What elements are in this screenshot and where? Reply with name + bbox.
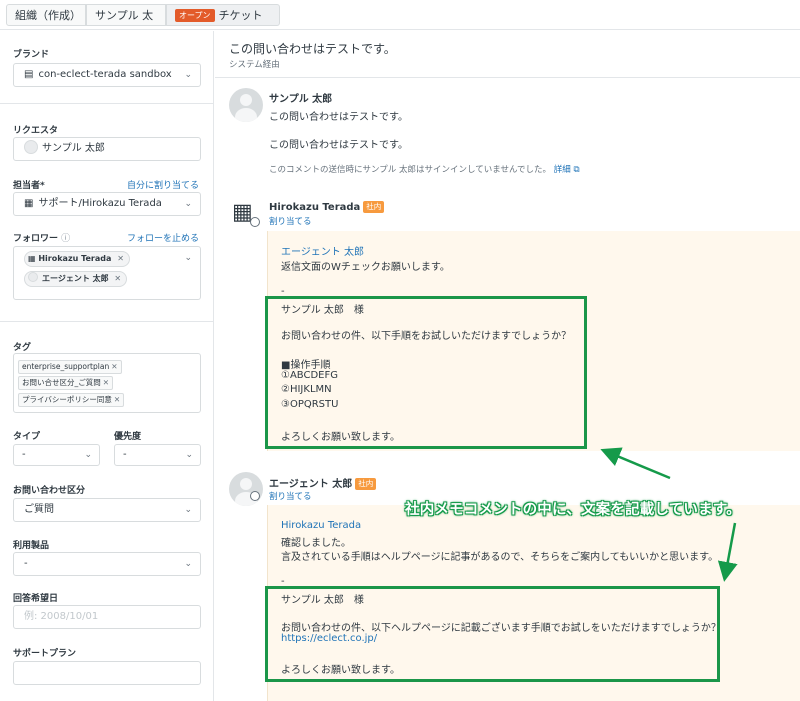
follower-name: Hirokazu Terada xyxy=(38,254,112,263)
tags-label: タグ xyxy=(13,343,32,353)
close-icon[interactable]: ✕ xyxy=(111,362,117,371)
support-plan-label: サポートプラン xyxy=(13,649,77,659)
type-label: タイプ xyxy=(13,432,41,442)
inquiry-category-label: お問い合わせ区分 xyxy=(13,486,86,496)
close-icon[interactable]: ✕ xyxy=(114,395,120,404)
conversation-pane: この問い合わせはテストです。 システム経由 サンプル 太郎 この問い合わせはテス… xyxy=(215,31,800,701)
avatar-icon xyxy=(24,140,38,154)
type-value: - xyxy=(22,449,26,460)
building-icon: ▦ xyxy=(28,254,36,263)
chevron-down-icon: ⌄ xyxy=(184,199,192,209)
brand-value: con-eclect-terada sandbox xyxy=(38,69,172,80)
unfollow-link[interactable]: フォローを止める xyxy=(127,231,199,244)
requester-label: リクエスタ xyxy=(13,126,59,136)
status-badge: オープン xyxy=(175,9,215,22)
arrow-to-second-note xyxy=(717,522,738,582)
tab-requester[interactable]: サンプル 太郎 xyxy=(86,4,166,44)
tag-chip[interactable]: プライバシーポリシー同意 ✕ xyxy=(18,393,125,407)
priority-label: 優先度 xyxy=(114,432,142,442)
assignee-label: 担当者* xyxy=(13,181,45,191)
annotation-arrows xyxy=(600,447,738,582)
priority-select[interactable]: - ⌄ xyxy=(114,444,201,466)
chevron-down-icon: ⌄ xyxy=(84,450,92,460)
ticket-properties-sidebar: ブランド ▤ con-eclect-terada sandbox ⌄ リクエスタ … xyxy=(0,31,214,701)
follower-chip[interactable]: ▦ Hirokazu Terada ✕ xyxy=(24,251,130,267)
chevron-down-icon: ⌄ xyxy=(184,70,192,80)
tag-chip[interactable]: お問い合せ区分_ご質問 ✕ xyxy=(18,376,114,390)
brand-select[interactable]: ▤ con-eclect-terada sandbox ⌄ xyxy=(13,63,201,87)
tag-name: enterprise_supportplan xyxy=(22,362,110,371)
priority-value: - xyxy=(123,449,127,460)
brand-icon: ▤ xyxy=(24,69,34,80)
followers-label: フォロワー ⓘ xyxy=(13,231,70,244)
chevron-down-icon: ⌄ xyxy=(184,505,192,515)
product-select[interactable]: - ⌄ xyxy=(13,552,201,576)
divider xyxy=(0,103,214,104)
avatar-icon xyxy=(28,272,38,282)
close-icon[interactable]: ✕ xyxy=(103,378,109,387)
chevron-down-icon: ⌄ xyxy=(184,559,192,569)
building-icon: ▦ xyxy=(24,198,34,209)
type-select[interactable]: - ⌄ xyxy=(13,444,100,466)
tag-chip[interactable]: enterprise_supportplan ✕ xyxy=(18,360,122,374)
close-icon[interactable]: ✕ xyxy=(117,254,124,263)
product-value: - xyxy=(24,558,28,569)
followers-label-text: フォロワー xyxy=(13,234,59,244)
product-label: 利用製品 xyxy=(13,541,50,551)
desired-date-label: 回答希望日 xyxy=(13,594,59,604)
inquiry-category-value: ご質問 xyxy=(24,504,54,515)
assign-to-me-link[interactable]: 自分に割り当てる xyxy=(127,178,199,191)
close-icon[interactable]: ✕ xyxy=(114,274,121,283)
support-plan-input[interactable] xyxy=(13,661,201,685)
tab-ticket[interactable]: オープンチケット #50 xyxy=(166,4,280,44)
tag-name: プライバシーポリシー同意 xyxy=(22,395,112,404)
arrow-to-first-note xyxy=(600,447,671,480)
info-icon[interactable]: ⓘ xyxy=(61,234,70,244)
follower-name: エージェント 太郎 xyxy=(42,274,109,283)
follower-chip[interactable]: エージェント 太郎 ✕ xyxy=(24,271,128,287)
annotation-callout: 社内メモコメントの中に、文案を記載しています。 xyxy=(405,502,741,518)
chevron-down-icon: ⌄ xyxy=(184,253,192,263)
desired-date-placeholder: 例: 2008/10/01 xyxy=(24,611,99,622)
chevron-down-icon: ⌄ xyxy=(185,450,193,460)
divider xyxy=(0,321,214,322)
tab-organization[interactable]: 組織（作成） xyxy=(6,4,86,26)
tag-name: お問い合せ区分_ご質問 xyxy=(22,378,101,387)
desired-date-input[interactable]: 例: 2008/10/01 xyxy=(13,605,201,629)
requester-value: サンプル 太郎 xyxy=(42,143,105,154)
assignee-value: サポート/Hirokazu Terada xyxy=(38,198,162,209)
assignee-select[interactable]: ▦ サポート/Hirokazu Terada ⌄ xyxy=(13,192,201,216)
tab-organization-label: 組織（作成） xyxy=(15,9,81,22)
ticket-tab-bar: 組織（作成） サンプル 太郎 オープンチケット #50 xyxy=(0,0,800,44)
inquiry-category-select[interactable]: ご質問 ⌄ xyxy=(13,498,201,522)
requester-field[interactable]: サンプル 太郎 xyxy=(13,137,201,161)
brand-label: ブランド xyxy=(13,50,50,60)
